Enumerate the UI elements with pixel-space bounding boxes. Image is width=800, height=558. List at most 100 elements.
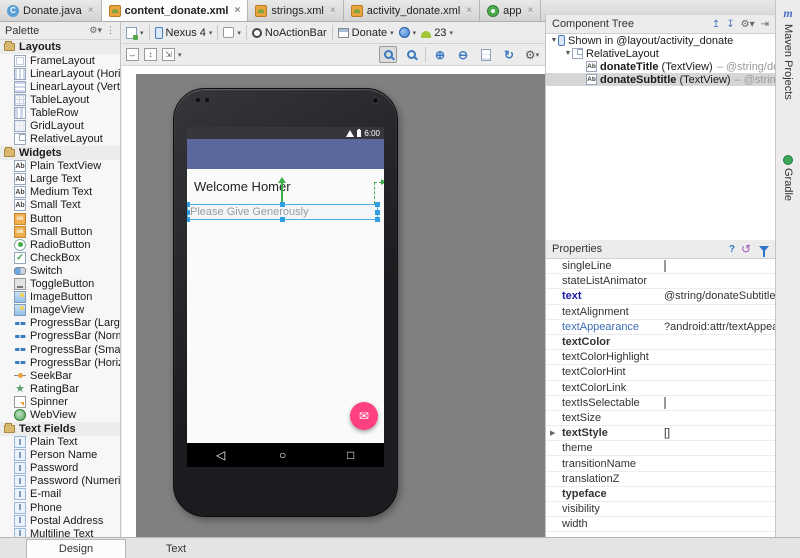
- resize-handle[interactable]: [375, 202, 380, 207]
- mode-tab-text[interactable]: Text: [126, 539, 226, 558]
- property-row-textColorHint[interactable]: textColorHint: [546, 365, 775, 380]
- property-row-textColorLink[interactable]: textColorLink: [546, 381, 775, 396]
- device-selector[interactable]: Nexus 4 ▾: [155, 27, 213, 39]
- fab-email-button[interactable]: ✉: [350, 402, 378, 430]
- palette-item-Postal Address[interactable]: Postal Address: [0, 514, 120, 527]
- configuration-button[interactable]: ▾: [126, 27, 144, 39]
- api-level-selector[interactable]: 23 ▾: [421, 27, 453, 39]
- property-row-translationZ[interactable]: translationZ: [546, 472, 775, 487]
- zoom-actual-size-button[interactable]: [402, 46, 420, 63]
- palette-item-ImageButton[interactable]: ImageButton: [0, 291, 120, 304]
- pin-icon[interactable]: ⋮: [106, 25, 115, 36]
- expander-icon[interactable]: ▼: [550, 37, 558, 44]
- help-icon[interactable]: ?: [729, 244, 735, 255]
- palette-item-ToggleButton[interactable]: ToggleButton: [0, 278, 120, 291]
- resize-handle[interactable]: [375, 217, 380, 222]
- resize-handle[interactable]: [187, 210, 190, 215]
- resize-handle[interactable]: [375, 210, 380, 215]
- textview-donate-subtitle-selected[interactable]: Please Give Generously: [187, 204, 378, 220]
- gear-icon[interactable]: ⚙▾: [741, 19, 755, 30]
- theme-selector[interactable]: NoActionBar: [252, 27, 327, 39]
- property-value[interactable]: [664, 397, 775, 409]
- locale-selector[interactable]: ▾: [399, 27, 417, 38]
- preview-file-button[interactable]: [477, 46, 495, 63]
- collapse-all-icon[interactable]: ↧: [726, 19, 734, 30]
- palette-item-E-mail[interactable]: E-mail: [0, 488, 120, 501]
- palette-item-CheckBox[interactable]: CheckBox: [0, 251, 120, 264]
- close-icon[interactable]: ×: [466, 5, 472, 16]
- checkbox[interactable]: [664, 397, 666, 409]
- gear-icon[interactable]: ⚙▾: [89, 25, 102, 36]
- resize-handle[interactable]: [187, 202, 190, 207]
- property-value[interactable]: [664, 260, 775, 272]
- property-row-text[interactable]: text@string/donateSubtitle: [546, 289, 775, 304]
- palette-section-Widgets[interactable]: Widgets: [0, 146, 120, 160]
- property-row-textStyle[interactable]: ▶textStyle[]: [546, 426, 775, 441]
- palette-item-ProgressBar (Small)[interactable]: ProgressBar (Small): [0, 343, 120, 356]
- property-row-textAppearance[interactable]: textAppearance?android:attr/textAppearan…: [546, 320, 775, 335]
- palette-item-Plain Text[interactable]: Plain Text: [0, 436, 120, 449]
- property-row-visibility[interactable]: visibility: [546, 502, 775, 517]
- palette-item-Button[interactable]: Button: [0, 212, 120, 225]
- palette-item-Small Text[interactable]: Small Text: [0, 199, 120, 212]
- match-height-button[interactable]: ↕: [144, 48, 157, 61]
- checkbox[interactable]: [664, 260, 666, 272]
- zoom-in-button[interactable]: ⊕: [431, 46, 449, 63]
- tree-node-donatesubtitle[interactable]: donateSubtitle (TextView)– @string/donat…: [546, 73, 775, 86]
- property-row-singleLine[interactable]: singleLine: [546, 259, 775, 274]
- editor-tab-app[interactable]: app×: [480, 0, 541, 21]
- editor-tab-Donate.java[interactable]: CDonate.java×: [0, 0, 102, 21]
- property-row-textColor[interactable]: textColor: [546, 335, 775, 350]
- activity-selector[interactable]: Donate ▾: [338, 27, 394, 39]
- property-row-textSize[interactable]: textSize: [546, 411, 775, 426]
- property-value[interactable]: @string/donateSubtitle: [664, 290, 775, 302]
- resize-handle[interactable]: [187, 217, 190, 222]
- expand-all-icon[interactable]: ↥: [712, 19, 720, 30]
- hide-panel-icon[interactable]: ⇥: [761, 19, 769, 30]
- palette-item-WebView[interactable]: WebView: [0, 408, 120, 421]
- filter-icon[interactable]: [759, 246, 769, 252]
- canvas-background[interactable]: 6:00 Welcome Homer Please Give Generousl…: [136, 74, 545, 537]
- palette-item-LinearLayout (Horizontal)[interactable]: LinearLayout (Horizontal): [0, 67, 120, 80]
- mode-tab-design[interactable]: Design: [26, 539, 126, 558]
- palette-item-Small Button[interactable]: Small Button: [0, 225, 120, 238]
- tool-window-button-gradle[interactable]: Gradle: [776, 155, 800, 201]
- palette-item-RelativeLayout[interactable]: RelativeLayout: [0, 133, 120, 146]
- tree-node-donatetitle[interactable]: donateTitle (TextView)– @string/donateTi…: [546, 60, 775, 73]
- close-icon[interactable]: ×: [527, 5, 533, 16]
- property-row-theme[interactable]: theme: [546, 441, 775, 456]
- editor-tab-strings.xml[interactable]: strings.xml×: [248, 0, 343, 21]
- expander-icon[interactable]: ▶: [550, 429, 555, 437]
- palette-item-SeekBar[interactable]: SeekBar: [0, 369, 120, 382]
- palette-item-Spinner[interactable]: Spinner: [0, 395, 120, 408]
- palette-item-ProgressBar (Large)[interactable]: ProgressBar (Large): [0, 317, 120, 330]
- palette-item-FrameLayout[interactable]: FrameLayout: [0, 54, 120, 67]
- property-row-width[interactable]: width: [546, 517, 775, 532]
- tree-node-relativelayout[interactable]: ▼RelativeLayout: [546, 47, 775, 60]
- tree-node-shown-in-layout-activity-donate[interactable]: ▼Shown in @layout/activity_donate: [546, 34, 775, 47]
- palette-item-RatingBar[interactable]: RatingBar: [0, 382, 120, 395]
- property-row-stateListAnimator[interactable]: stateListAnimator: [546, 274, 775, 289]
- close-icon[interactable]: ×: [88, 5, 94, 16]
- palette-item-Phone[interactable]: Phone: [0, 501, 120, 514]
- palette-item-Person Name[interactable]: Person Name: [0, 449, 120, 462]
- tool-window-button-maven-projects[interactable]: mMaven Projects: [776, 6, 800, 100]
- palette-item-GridLayout[interactable]: GridLayout: [0, 119, 120, 132]
- editor-tab-activity_donate.xml[interactable]: activity_donate.xml×: [344, 0, 480, 21]
- palette-item-Switch[interactable]: Switch: [0, 264, 120, 277]
- match-width-button[interactable]: ↔: [126, 48, 139, 61]
- zoom-out-button[interactable]: ⊖: [454, 46, 472, 63]
- palette-section-Layouts[interactable]: Layouts: [0, 40, 120, 54]
- property-row-textIsSelectable[interactable]: textIsSelectable: [546, 396, 775, 411]
- app-bar[interactable]: [187, 139, 384, 169]
- expander-icon[interactable]: ▼: [564, 50, 572, 57]
- palette-item-Password (Numeric)[interactable]: Password (Numeric): [0, 475, 120, 488]
- palette-item-Multiline Text[interactable]: Multiline Text: [0, 527, 120, 537]
- palette-item-ProgressBar (Normal)[interactable]: ProgressBar (Normal): [0, 330, 120, 343]
- palette-item-LinearLayout (Vertical)[interactable]: LinearLayout (Vertical): [0, 80, 120, 93]
- resize-handle[interactable]: [280, 202, 285, 207]
- palette-item-Medium Text[interactable]: Medium Text: [0, 186, 120, 199]
- palette-item-RadioButton[interactable]: RadioButton: [0, 238, 120, 251]
- editor-tab-content_donate.xml[interactable]: content_donate.xml×: [102, 0, 249, 21]
- property-value[interactable]: ?android:attr/textAppearance: [664, 321, 775, 333]
